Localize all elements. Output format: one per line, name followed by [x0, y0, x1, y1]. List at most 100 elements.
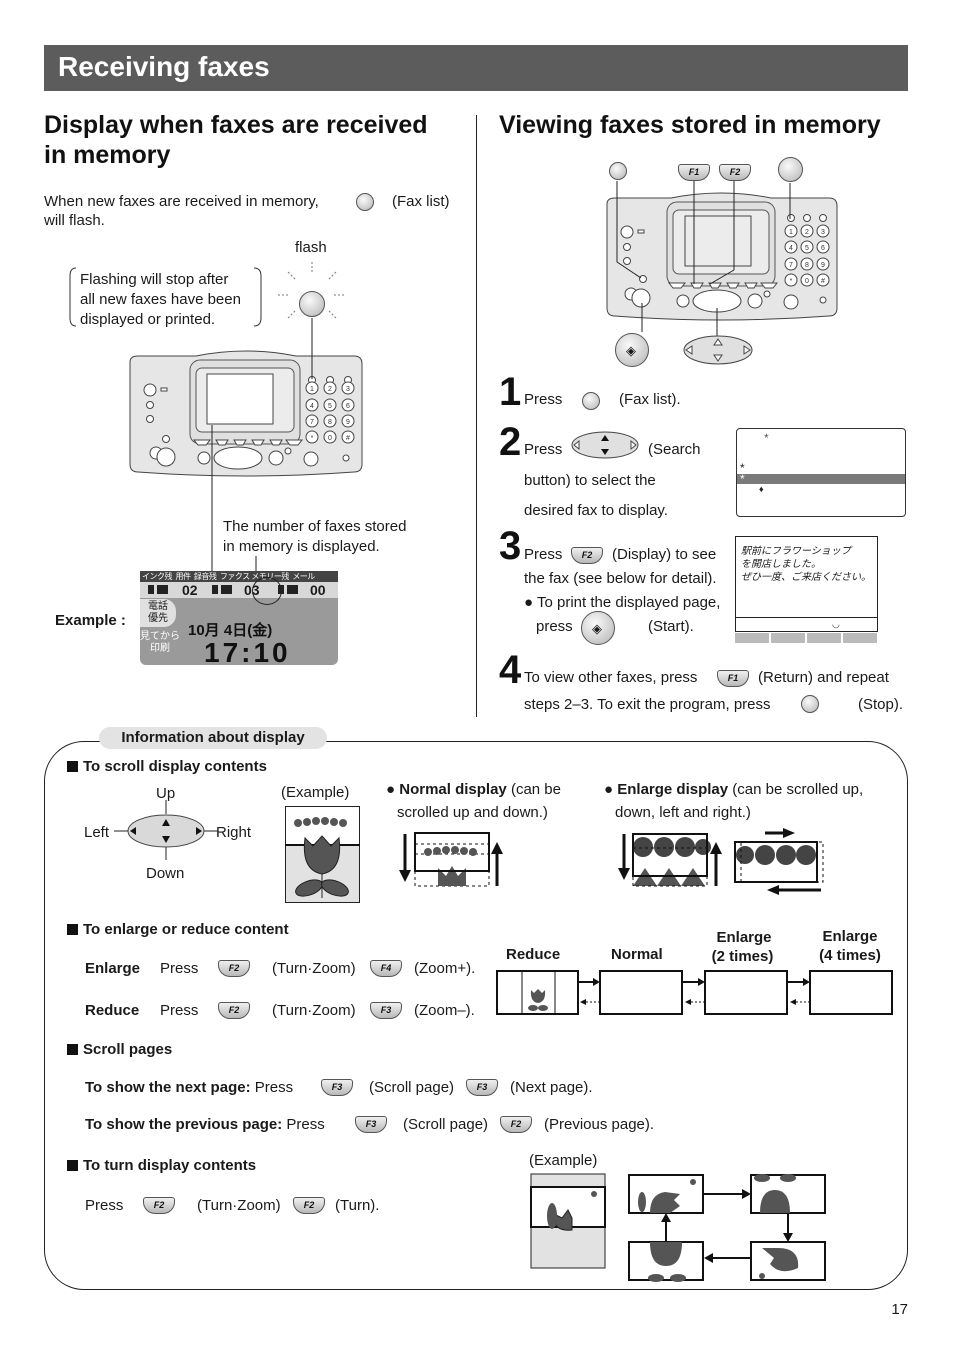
list-mark-1: * [764, 431, 769, 445]
prev-page-label: (Previous page). [544, 1116, 655, 1133]
list-mark-3: * [740, 472, 745, 486]
level-2x-label: Enlarge (2 times) [711, 928, 774, 966]
step-2-number: 2 [499, 420, 522, 464]
pages-heading: Scroll pages [67, 1040, 172, 1059]
dir-down-label: Down [146, 865, 185, 882]
scroll-indicator-icon: ◡ [832, 619, 840, 629]
normal-display-desc: ● Normal display (can be [386, 781, 561, 798]
step-2-press: Press [524, 441, 563, 458]
enlarge-scroll-diagram [618, 828, 824, 895]
step-4-after: (Return) and repeat [758, 669, 889, 686]
fax-line-3: ぜひ一度、ご来店ください。 [741, 572, 871, 583]
f3-key-icon-prev: F3 [355, 1116, 387, 1133]
step-1-number: 1 [499, 370, 522, 414]
step-1-after: (Fax list). [619, 391, 681, 408]
step-4-line1: To view other faxes, press [524, 669, 698, 686]
page-number: 17 [891, 1301, 908, 1318]
turn-example-label: (Example) [529, 1152, 598, 1169]
step-4-number: 4 [499, 648, 522, 692]
fax-line-1: 駅前にフラワーショップ [741, 546, 851, 557]
zoom-plus-label: (Zoom+). [414, 960, 476, 977]
turn-label: (Turn). [335, 1197, 380, 1214]
step-3-bullet-text: To print the displayed page, [536, 594, 721, 611]
f2-key-icon-reduce: F2 [218, 1002, 250, 1019]
level-2x-line1: Enlarge [716, 929, 772, 946]
f2-key-icon-step3: F2 [571, 547, 603, 564]
level-4x-line2: (4 times) [819, 947, 881, 964]
scroll-heading: To scroll display contents [67, 757, 267, 776]
prev-page-bold: To show the previous page: [85, 1116, 283, 1133]
step-3-line2: the fax (see below for detail). [524, 570, 717, 587]
enlarge-display-line2: down, left and right.) [615, 804, 751, 821]
step-3-after: (Display) to see [612, 546, 717, 563]
turn-sequence-diagram [530, 1173, 826, 1282]
reduce-turn-zoom: (Turn·Zoom) [272, 1002, 356, 1019]
normal-scroll-diagram [399, 832, 503, 887]
f2-key-icon-enlarge: F2 [218, 960, 250, 977]
search-button-icon-step2 [571, 431, 639, 459]
next-page-label: (Next page). [510, 1079, 593, 1096]
direction-pad-icon [114, 800, 218, 860]
level-reduce-label: Reduce [506, 946, 561, 963]
next-page-bold: To show the next page: [85, 1079, 251, 1096]
f1-key-icon-step4: F1 [717, 670, 749, 687]
level-4x-line1: Enlarge [822, 928, 878, 945]
enlarge-turn-zoom: (Turn·Zoom) [272, 960, 356, 977]
step-3-number: 3 [499, 524, 522, 568]
level-2x-line2: (2 times) [711, 948, 774, 965]
pages-heading-text: Scroll pages [83, 1041, 173, 1058]
prev-scroll-page: (Scroll page) [403, 1116, 489, 1133]
step-2-line2: button) to select the [524, 472, 656, 489]
fax-line-2: を開店しました。 [741, 559, 821, 570]
step-4-line2-after: (Stop). [858, 696, 904, 713]
dir-left-label: Left [84, 824, 110, 841]
step-1-press: Press [524, 391, 563, 408]
enlarge-display-desc: ● Enlarge display (can be scrolled up, [604, 781, 864, 798]
list-selected-row: * [737, 472, 905, 486]
fax-display-text: 駅前にフラワーショップ を開店しました。 ぜひ一度、ご来店ください。 [741, 545, 871, 584]
f3-key-icon-next-1: F3 [321, 1079, 353, 1096]
next-page-row: To show the next page: Press [85, 1078, 293, 1097]
f2-key-icon-turn-2: F2 [293, 1197, 325, 1214]
step-3-press: Press [524, 546, 563, 563]
turn-heading-text: To turn display contents [83, 1157, 257, 1174]
step-4-line2: steps 2–3. To exit the program, press [524, 696, 771, 713]
f2-key-icon-turn-1: F2 [143, 1197, 175, 1214]
prev-page-row: To show the previous page: Press [85, 1115, 325, 1134]
prev-page-press: Press [286, 1116, 325, 1133]
f4-key-icon: F4 [370, 960, 402, 977]
fax-list-screen: * * * ♦ [736, 428, 906, 517]
f2-key-icon-prev: F2 [500, 1116, 532, 1133]
step-2-line3: desired fax to display. [524, 502, 668, 519]
stop-button-icon-step4 [801, 695, 819, 713]
dir-right-label: Right [216, 824, 252, 841]
reduce-label: Reduce [85, 1002, 140, 1019]
fax-display-divider [736, 617, 877, 618]
fax-list-button-icon-step1 [582, 392, 600, 410]
scroll-example-label: (Example) [281, 784, 350, 801]
enlarge-display-rest: (can be scrolled up, [728, 781, 864, 798]
zoom-levels-diagram [496, 970, 893, 1015]
f3-key-icon-reduce: F3 [370, 1002, 402, 1019]
enlarge-press: Press [160, 960, 199, 977]
normal-display-bold: Normal display [399, 781, 507, 798]
zoom-heading-text: To enlarge or reduce content [83, 921, 289, 938]
turn-press: Press [85, 1197, 124, 1214]
step-3-bullet2-after: (Start). [648, 618, 694, 635]
tulip-example-image [285, 806, 360, 903]
step-2-after: (Search [648, 441, 701, 458]
fax-display-softkeys [735, 633, 878, 643]
search-button-icon [683, 335, 753, 365]
information-tab: Information about display [99, 727, 327, 749]
turn-heading: To turn display contents [67, 1156, 256, 1175]
normal-display-rest: (can be [506, 781, 561, 798]
f3-key-icon-next-2: F3 [466, 1079, 498, 1096]
reduce-press: Press [160, 1002, 199, 1019]
level-4x-label: Enlarge (4 times) [817, 927, 883, 965]
level-normal-label: Normal [611, 946, 663, 963]
start-button-icon-step3: ◈ [581, 611, 615, 645]
step-3-bullet: ● To print the displayed page, [524, 594, 721, 611]
turn-turn-zoom: (Turn·Zoom) [197, 1197, 281, 1214]
next-scroll-page: (Scroll page) [369, 1079, 455, 1096]
normal-display-line2: scrolled up and down.) [397, 804, 548, 821]
